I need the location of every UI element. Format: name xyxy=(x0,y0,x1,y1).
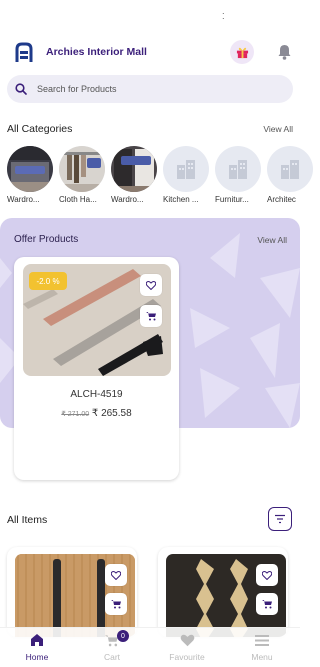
offer-section-title: Offer Products xyxy=(14,234,79,245)
all-items-title: All Items xyxy=(7,514,48,526)
category-item[interactable]: Architec xyxy=(267,146,313,204)
heart-outline-icon xyxy=(111,570,121,580)
app-logo xyxy=(15,42,33,62)
nav-label: Home xyxy=(25,652,49,662)
building-icon xyxy=(281,160,299,179)
category-list: Wardro... Cloth Ha... Wardro... Kitchen … xyxy=(7,146,313,206)
nav-home[interactable]: Home xyxy=(7,631,67,662)
bottom-navigation: Home 0 Cart Favourite Menu xyxy=(0,627,300,667)
category-placeholder xyxy=(215,146,261,192)
building-icon xyxy=(177,160,195,179)
category-placeholder xyxy=(163,146,209,192)
notification-button[interactable] xyxy=(272,40,296,64)
cart-icon xyxy=(145,312,156,321)
filter-icon xyxy=(275,514,285,524)
filter-button[interactable] xyxy=(268,507,292,531)
menu-icon xyxy=(255,634,269,646)
category-label: Kitchen ... xyxy=(163,195,199,204)
cart-icon xyxy=(261,600,272,609)
status-dots-icon: ⁚ xyxy=(222,12,225,21)
nav-label: Favourite xyxy=(169,652,205,662)
category-label: Furnitur... xyxy=(215,195,249,204)
category-label: Architec xyxy=(267,195,296,204)
offer-product-card[interactable]: -2.0 % ALCH-4519 ₹ 271.00 ₹ 265.58 xyxy=(14,257,179,480)
heart-outline-icon xyxy=(262,570,272,580)
product-name: ALCH-4519 xyxy=(70,389,123,400)
current-price: ₹ 265.58 xyxy=(91,408,132,419)
gift-icon xyxy=(236,47,248,58)
categories-title: All Categories xyxy=(7,123,73,135)
item-card[interactable] xyxy=(158,547,288,637)
app-title: Archies Interior Mall xyxy=(46,46,147,58)
nav-menu[interactable]: Menu xyxy=(232,631,292,662)
item-card[interactable] xyxy=(7,547,137,637)
nav-label: Menu xyxy=(251,652,273,662)
price-row: ₹ 271.00 ₹ 265.58 xyxy=(14,408,179,419)
category-image xyxy=(111,146,157,192)
category-item[interactable]: Kitchen ... xyxy=(163,146,209,204)
categories-header: All Categories View All xyxy=(0,121,300,137)
nav-cart[interactable]: 0 Cart xyxy=(82,630,142,662)
category-item[interactable]: Cloth Ha... xyxy=(59,146,105,204)
category-image xyxy=(7,146,53,192)
gift-button[interactable] xyxy=(230,40,254,64)
cart-icon xyxy=(110,600,121,609)
discount-badge: -2.0 % xyxy=(29,272,67,290)
category-label: Wardro... xyxy=(111,195,144,204)
heart-outline-icon xyxy=(146,280,156,290)
add-to-cart-button[interactable] xyxy=(140,305,162,327)
building-icon xyxy=(229,160,247,179)
search-input[interactable] xyxy=(37,84,277,94)
add-to-cart-button[interactable] xyxy=(105,593,127,615)
category-image xyxy=(59,146,105,192)
add-to-cart-button[interactable] xyxy=(256,593,278,615)
cart-count-badge: 0 xyxy=(117,630,129,642)
status-bar: ⁚ xyxy=(0,0,300,32)
search-bar[interactable] xyxy=(7,75,293,103)
category-label: Wardro... xyxy=(7,195,40,204)
search-icon xyxy=(15,83,27,95)
offer-view-all-link[interactable]: View All xyxy=(257,235,287,245)
bell-icon xyxy=(278,45,290,60)
favorite-button[interactable] xyxy=(105,564,127,586)
category-item[interactable]: Wardro... xyxy=(111,146,157,204)
all-items-header: All Items xyxy=(0,512,300,528)
category-item[interactable]: Furnitur... xyxy=(215,146,261,204)
app-header: Archies Interior Mall xyxy=(0,38,300,68)
category-item[interactable]: Wardro... xyxy=(7,146,53,204)
nav-label: Cart xyxy=(103,652,121,662)
category-placeholder xyxy=(267,146,313,192)
nav-favourite[interactable]: Favourite xyxy=(157,631,217,662)
categories-view-all-link[interactable]: View All xyxy=(263,124,293,134)
old-price: ₹ 271.00 xyxy=(61,411,90,418)
home-icon xyxy=(31,634,43,646)
favorite-button[interactable] xyxy=(140,274,162,296)
category-label: Cloth Ha... xyxy=(59,195,97,204)
favorite-button[interactable] xyxy=(256,564,278,586)
heart-icon xyxy=(180,634,194,646)
